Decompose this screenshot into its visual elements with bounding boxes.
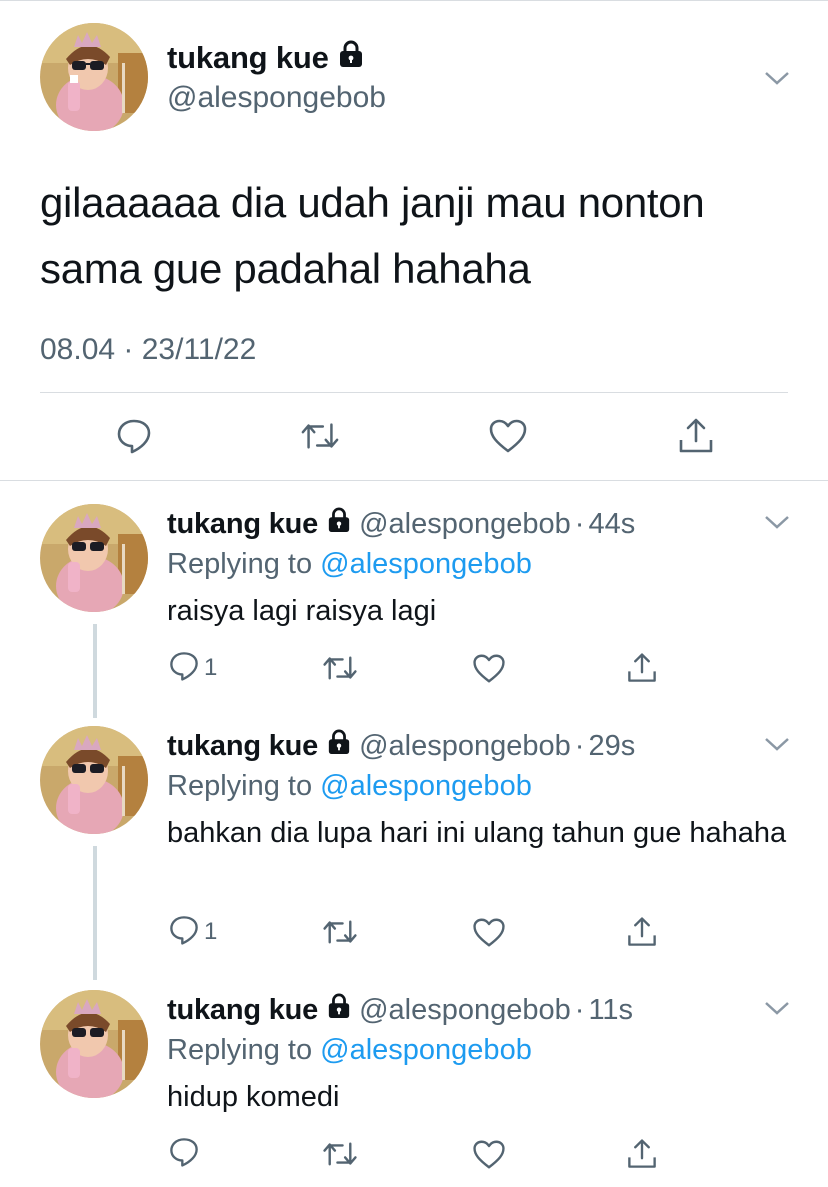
reply-button[interactable]: 1 <box>168 914 217 950</box>
like-icon[interactable] <box>472 914 506 950</box>
replying-to-link[interactable]: @alespongebob <box>320 548 532 580</box>
chevron-down-icon[interactable] <box>764 1000 790 1016</box>
like-icon[interactable] <box>472 650 506 686</box>
reply-button[interactable] <box>168 1136 204 1172</box>
author-handle[interactable]: @alespongebob <box>359 994 571 1027</box>
replying-to: Replying to @alespongebob <box>167 548 532 581</box>
reply-count: 1 <box>204 918 218 945</box>
replying-prefix: Replying to <box>167 548 313 580</box>
avatar[interactable] <box>40 726 148 834</box>
reply-time[interactable]: 11s <box>588 994 633 1027</box>
like-icon[interactable] <box>488 415 528 457</box>
avatar[interactable] <box>40 23 148 131</box>
like-icon[interactable] <box>472 1136 506 1172</box>
reply-header: tukang kue @alespongebob · 44s <box>167 507 635 541</box>
thread-line <box>93 846 97 980</box>
retweet-icon[interactable] <box>322 1136 358 1172</box>
reply-time[interactable]: 29s <box>588 730 635 763</box>
author-handle[interactable]: @alespongebob <box>359 730 571 763</box>
reply-count: 1 <box>204 654 218 681</box>
reply-text: raisya lagi raisya lagi <box>167 595 437 627</box>
separator-dot: · <box>574 507 585 540</box>
tweet-text: gilaaaaaa dia udah janji mau nonton sama… <box>40 179 705 292</box>
retweet-icon[interactable] <box>322 650 358 686</box>
tweet-actions <box>0 415 828 457</box>
avatar[interactable] <box>40 990 148 1098</box>
reply-icon <box>168 914 200 951</box>
divider <box>40 392 788 393</box>
reply-actions <box>0 1136 828 1172</box>
author-name[interactable]: tukang kue <box>167 994 318 1027</box>
section-divider <box>0 480 828 481</box>
lock-icon <box>327 729 351 763</box>
author-name[interactable]: tukang kue <box>167 508 318 541</box>
replying-prefix: Replying to <box>167 1034 313 1066</box>
tweet-timestamp[interactable]: 08.04 · 23/11/22 <box>40 333 256 367</box>
reply-time[interactable]: 44s <box>588 508 635 541</box>
share-icon[interactable] <box>676 415 716 457</box>
retweet-icon[interactable] <box>300 415 340 457</box>
replying-to: Replying to @alespongebob <box>167 1034 532 1067</box>
avatar[interactable] <box>40 504 148 612</box>
reply-icon[interactable] <box>114 415 154 457</box>
reply-text: hidup komedi <box>167 1081 340 1113</box>
separator-dot: · <box>574 993 585 1026</box>
chevron-down-icon[interactable] <box>764 70 790 86</box>
reply-header: tukang kue @alespongebob · 29s <box>167 729 635 763</box>
chevron-down-icon[interactable] <box>764 514 790 530</box>
retweet-icon[interactable] <box>322 914 358 950</box>
reply-actions: 1 <box>0 650 828 686</box>
share-icon[interactable] <box>626 1136 658 1172</box>
separator-dot: · <box>574 729 585 762</box>
author-name[interactable]: tukang kue <box>167 40 364 76</box>
reply-header: tukang kue @alespongebob · 11s <box>167 993 633 1027</box>
replying-to-link[interactable]: @alespongebob <box>320 770 532 802</box>
reply-actions: 1 <box>0 914 828 950</box>
replying-to-link[interactable]: @alespongebob <box>320 1034 532 1066</box>
share-icon[interactable] <box>626 650 658 686</box>
top-border <box>0 0 828 1</box>
lock-icon <box>327 993 351 1027</box>
author-handle[interactable]: @alespongebob <box>359 508 571 541</box>
replying-to: Replying to @alespongebob <box>167 770 532 803</box>
author-handle[interactable]: @alespongebob <box>167 81 386 115</box>
chevron-down-icon[interactable] <box>764 736 790 752</box>
lock-icon <box>338 40 364 76</box>
reply-icon <box>168 650 200 687</box>
lock-icon <box>327 507 351 541</box>
share-icon[interactable] <box>626 914 658 950</box>
replying-prefix: Replying to <box>167 770 313 802</box>
reply-text: bahkan dia lupa hari ini ulang tahun gue… <box>167 817 787 849</box>
author-name-text: tukang kue <box>167 40 329 75</box>
reply-button[interactable]: 1 <box>168 650 217 686</box>
reply-icon <box>168 1136 200 1173</box>
author-name[interactable]: tukang kue <box>167 730 318 763</box>
